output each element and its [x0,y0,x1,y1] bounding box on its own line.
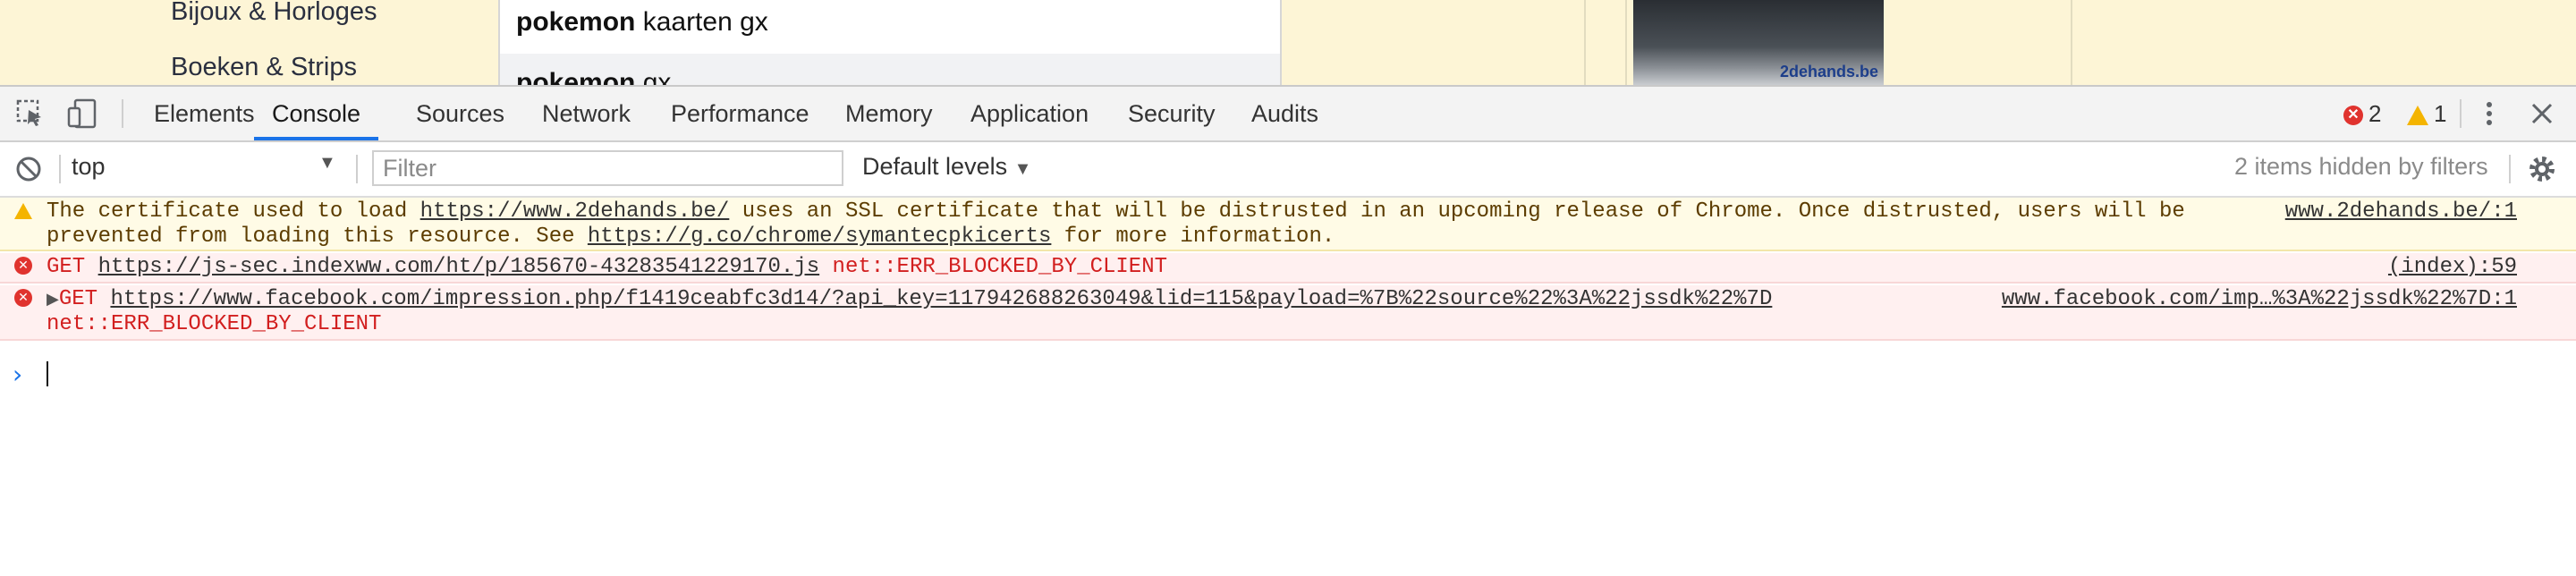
console-message-warning: The certificate used to load https://www… [0,198,2576,251]
message-source-link[interactable]: www.2dehands.be/:1 [2285,199,2517,224]
suggestion-rest: kaarten gx [635,7,768,37]
message-link[interactable]: https://www.facebook.com/impression.php/… [110,287,1772,311]
filter-input[interactable] [372,150,843,186]
context-selector[interactable]: top [72,153,345,185]
issue-counter[interactable]: ✕ 2 1 [2343,87,2446,140]
warning-count: 1 [2433,100,2447,127]
toolbar-separator [59,155,61,183]
log-levels-label: Default levels [862,153,1008,180]
tab-elements[interactable]: Elements [154,87,255,140]
error-icon: ✕ [2343,106,2363,126]
suggestion-bold-term: pokemon [516,7,636,37]
message-source-link[interactable]: www.facebook.com/imp…%3A%22jssdk%22%7D:1 [2002,287,2517,312]
console-filter-bar: top ▼ Default levels ▼ 2 items hidden by… [0,142,2576,198]
toolbar-separator [122,99,123,128]
console-prompt-chevron-icon: › [13,360,23,389]
message-source-link[interactable]: (index):59 [2388,255,2517,280]
message-link[interactable]: https://g.co/chrome/symantecpkicerts [588,224,1051,249]
chevron-down-icon: ▼ [318,153,336,173]
suggestion-item[interactable]: pokemon kaarten gx [516,7,768,38]
log-levels-dropdown[interactable]: Default levels ▼ [862,153,1031,181]
message-link[interactable]: https://js-sec.indexww.com/ht/p/185670-4… [98,255,820,279]
toolbar-separator [356,155,358,183]
devtools-panel: Elements Console Sources Network Perform… [0,85,2576,576]
console-message-error: ✕ ▶GET https://www.facebook.com/impressi… [0,285,2576,341]
inspect-element-icon[interactable] [14,97,47,130]
close-icon[interactable] [2526,97,2558,130]
watermark-brand: 2dehands.be [1779,63,1878,80]
toolbar-separator [2509,155,2511,183]
search-suggestions-dropdown: pokemon kaarten gx pokemon gx [498,0,1282,85]
tab-network[interactable]: Network [542,87,631,140]
tab-security[interactable]: Security [1128,87,1216,140]
category-link-boeken[interactable]: Boeken & Strips [171,53,357,82]
device-toolbar-icon[interactable] [66,97,98,130]
tab-memory[interactable]: Memory [845,87,933,140]
tab-performance[interactable]: Performance [671,87,809,140]
page-viewport: Bijoux & Horloges Boeken & Strips pokemo… [0,0,2576,85]
tab-audits[interactable]: Audits [1251,87,1318,140]
warning-icon [2406,106,2428,126]
warning-icon [14,203,32,219]
expand-triangle-icon[interactable]: ▶ [47,290,59,309]
toolbar-separator [2460,99,2462,128]
column-divider [1625,0,1627,85]
suggestion-item[interactable]: pokemon gx [516,68,671,85]
console-input-caret[interactable] [47,361,48,386]
column-divider [1584,0,1586,85]
column-divider [2071,0,2072,85]
message-text: net::ERR_BLOCKED_BY_CLIENT [47,312,382,336]
message-link[interactable]: https://www.2dehands.be/ [420,199,730,224]
chevron-down-icon: ▼ [1013,159,1032,179]
clear-console-icon[interactable] [14,155,43,183]
category-link-bijoux[interactable]: Bijoux & Horloges [171,0,377,27]
message-text: ▶GET https://www.facebook.com/impression… [47,287,1773,311]
error-icon: ✕ [14,289,32,307]
tab-console[interactable]: Console [254,87,379,140]
tab-application[interactable]: Application [970,87,1089,140]
tab-sources[interactable]: Sources [416,87,504,140]
more-options-icon[interactable] [2473,97,2505,130]
message-text: The certificate used to load https://www… [47,199,2185,224]
message-text: GET https://js-sec.indexww.com/ht/p/1856… [47,255,1168,279]
devtools-tabbar: Elements Console Sources Network Perform… [0,87,2576,142]
hidden-items-info: 2 items hidden by filters [2234,153,2488,180]
suggestion-rest: gx [635,68,672,85]
error-icon: ✕ [14,257,32,275]
listing-thumbnail[interactable]: 2dehands.be [1633,0,1884,85]
suggestion-bold-term: pokemon [516,68,636,85]
error-count: 2 [2368,100,2382,127]
console-message-error: ✕ GET https://js-sec.indexww.com/ht/p/18… [0,253,2576,284]
message-text: prevented from loading this resource. Se… [47,224,1335,249]
settings-gear-icon[interactable] [2526,153,2558,185]
